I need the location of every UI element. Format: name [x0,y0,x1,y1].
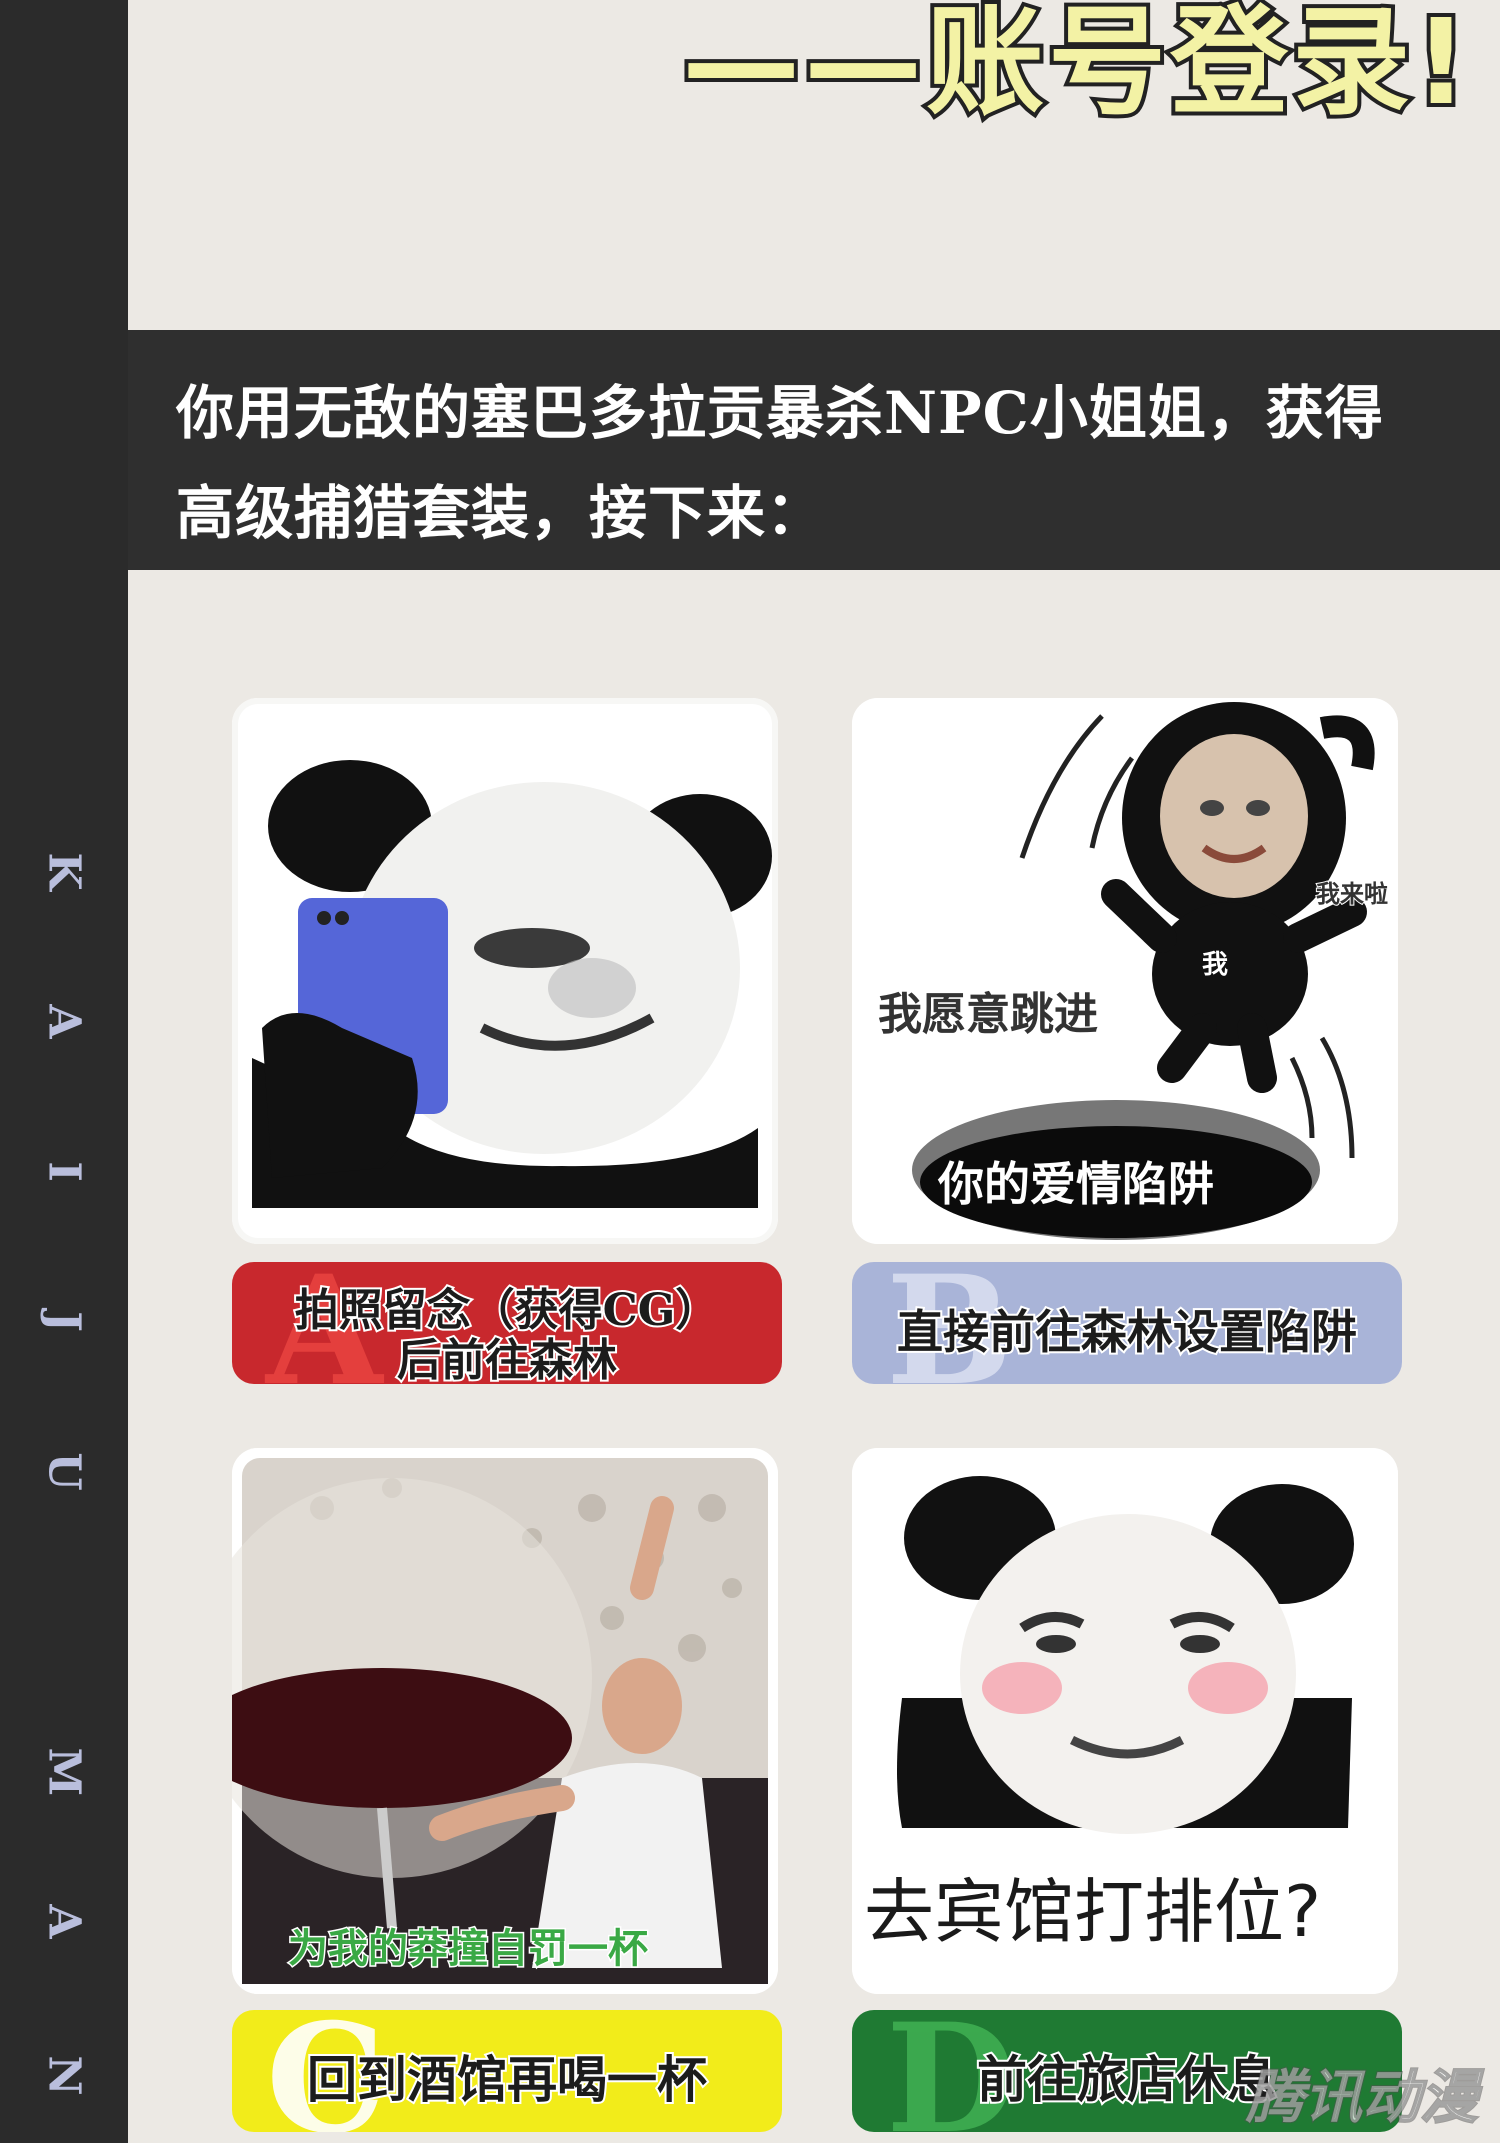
option-b-text-line-1: 直接前往森林设置陷阱 [895,1303,1359,1361]
panda-phone-meme-image [240,706,772,1236]
option-b-caption-4: 我来啦 [1315,879,1389,909]
sidebar: K A I J U M A N [0,0,128,2143]
sidebar-letter: M [38,1747,90,1797]
option-b-caption-3: 我 [1202,950,1229,980]
wine-glass-meme-image [232,1448,778,1994]
option-a-image-card[interactable] [232,698,778,1244]
intro-line-1: 你用无敌的塞巴多拉贡暴杀NPC小姐姐，获得 [176,379,1384,447]
page-title: ——账号登录! [678,0,1472,135]
intro-banner: 你用无敌的塞巴多拉贡暴杀NPC小姐姐，获得 高级捕猎套装，接下来： [128,330,1500,570]
watermark-logo: 腾讯动漫 [1245,2062,1479,2132]
option-a-button[interactable]: A 拍照留念（获得CG） 后前往森林 [232,1262,782,1384]
sidebar-letter: N [38,2055,90,2096]
option-d-image-card[interactable]: 去宾馆打排位? [852,1448,1398,1994]
option-d-caption: 去宾馆打排位? [864,1871,1322,1953]
option-b-image-card[interactable]: 我愿意跳进 你的爱情陷阱 我 我来啦 [852,698,1398,1244]
sidebar-letter: A [38,1904,90,1939]
sidebar-letter: K [38,852,90,891]
option-a-text-line-2: 后前往森林 [395,1333,619,1384]
sidebar-letter: J [38,1311,90,1332]
option-b-caption-1: 我愿意跳进 [877,988,1100,1042]
sidebar-letter: I [38,1161,90,1182]
sidebar-letter: U [38,1452,90,1491]
option-c-button[interactable]: C 回到酒馆再喝一杯 [232,2010,782,2132]
option-c-text-line-1: 回到酒馆再喝一杯 [305,2048,709,2111]
option-b-caption-2: 你的爱情陷阱 [938,1157,1214,1211]
option-c-caption: 为我的莽撞自罚一杯 [287,1925,650,1974]
sidebar-letter: A [38,1004,90,1039]
intro-line-2: 高级捕猎套装，接下来： [176,479,826,547]
option-c-image-card[interactable]: 为我的莽撞自罚一杯 [232,1448,778,1994]
option-b-button[interactable]: B 直接前往森林设置陷阱 [852,1262,1402,1384]
